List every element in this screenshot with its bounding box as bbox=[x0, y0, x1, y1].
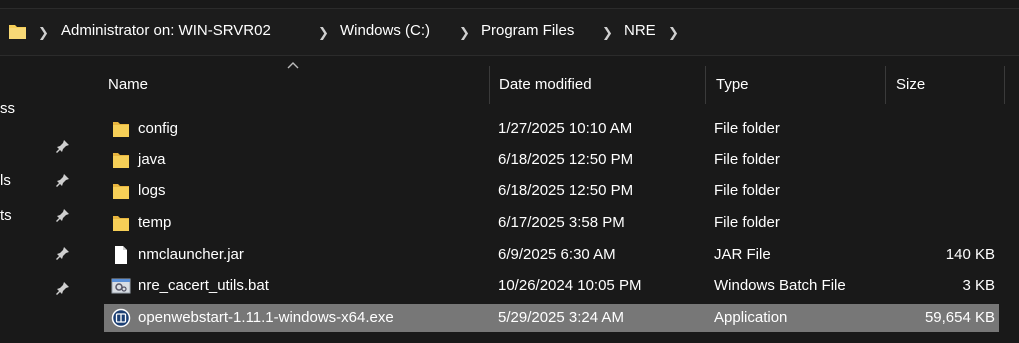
file-size: 140 KB bbox=[945, 246, 995, 263]
file-row[interactable]: nre_cacert_utils.bat 10/26/2024 10:05 PM… bbox=[104, 272, 999, 300]
nav-item-partial-2[interactable]: ls bbox=[0, 172, 11, 189]
file-type: JAR File bbox=[714, 246, 771, 263]
nav-item-partial-1[interactable]: ss bbox=[0, 100, 15, 117]
column-header-name[interactable]: Name bbox=[108, 76, 148, 93]
file-type: File folder bbox=[714, 120, 780, 137]
chevron-right-icon[interactable]: ❯ bbox=[318, 25, 329, 41]
file-row[interactable]: java 6/18/2025 12:50 PM File folder bbox=[104, 146, 999, 174]
navigation-pane: ss ls ts bbox=[0, 56, 78, 343]
file-date: 6/18/2025 12:50 PM bbox=[498, 151, 634, 168]
file-type: File folder bbox=[714, 182, 780, 199]
folder-icon bbox=[113, 153, 129, 168]
column-divider[interactable] bbox=[885, 66, 886, 104]
file-name: openwebstart-1.11.1-windows-x64.exe bbox=[138, 309, 394, 326]
breadcrumb-item-program-files[interactable]: Program Files bbox=[481, 22, 574, 39]
folder-icon bbox=[113, 216, 129, 231]
file-name: logs bbox=[138, 182, 166, 199]
chevron-right-icon[interactable]: ❯ bbox=[459, 25, 470, 41]
column-divider[interactable] bbox=[1004, 66, 1005, 104]
file-size: 3 KB bbox=[962, 277, 995, 294]
file-row[interactable]: temp 6/17/2025 3:58 PM File folder bbox=[104, 209, 999, 237]
chevron-right-icon[interactable]: ❯ bbox=[668, 25, 679, 41]
file-type: File folder bbox=[714, 214, 780, 231]
pin-icon[interactable] bbox=[56, 208, 70, 222]
sort-ascending-icon bbox=[287, 62, 299, 69]
file-name: config bbox=[138, 120, 179, 137]
file-date: 6/9/2025 6:30 AM bbox=[498, 246, 616, 263]
file-size: 59,654 KB bbox=[924, 309, 995, 326]
folder-icon bbox=[113, 184, 129, 199]
file-date: 6/17/2025 3:58 PM bbox=[498, 214, 625, 231]
file-date: 6/18/2025 12:50 PM bbox=[498, 182, 634, 199]
file-type: Windows Batch File bbox=[714, 277, 846, 294]
column-header-type[interactable]: Type bbox=[716, 76, 749, 93]
file-row-selected[interactable]: openwebstart-1.11.1-windows-x64.exe 5/29… bbox=[104, 304, 999, 332]
file-row[interactable]: nmclauncher.jar 6/9/2025 6:30 AM JAR Fil… bbox=[104, 241, 999, 269]
batch-file-icon bbox=[111, 278, 131, 294]
column-divider[interactable] bbox=[489, 66, 490, 104]
address-bar[interactable]: ❯ Administrator on: WIN-SRVR02 ❯ Windows… bbox=[0, 8, 1019, 56]
file-name: java bbox=[138, 151, 166, 168]
file-row[interactable]: config 1/27/2025 10:10 AM File folder bbox=[104, 115, 999, 143]
breadcrumb-item-nre[interactable]: NRE bbox=[624, 22, 656, 39]
file-date: 10/26/2024 10:05 PM bbox=[498, 277, 642, 294]
pin-icon[interactable] bbox=[56, 173, 70, 187]
application-icon bbox=[111, 308, 131, 328]
file-list: Name Date modified Type Size config 1/27… bbox=[78, 56, 1019, 343]
breadcrumb-item-administrator[interactable]: Administrator on: WIN-SRVR02 bbox=[61, 22, 271, 39]
column-header-date-modified[interactable]: Date modified bbox=[499, 76, 592, 93]
folder-icon bbox=[9, 25, 26, 39]
pin-icon[interactable] bbox=[56, 246, 70, 260]
folder-icon bbox=[113, 122, 129, 137]
file-type: Application bbox=[714, 309, 788, 326]
pin-icon[interactable] bbox=[56, 139, 70, 153]
chevron-right-icon[interactable]: ❯ bbox=[602, 25, 613, 41]
file-name: temp bbox=[138, 214, 172, 231]
file-name: nmclauncher.jar bbox=[138, 246, 244, 263]
file-row[interactable]: logs 6/18/2025 12:50 PM File folder bbox=[104, 177, 999, 205]
file-icon bbox=[115, 246, 127, 264]
pin-icon[interactable] bbox=[56, 281, 70, 295]
file-name: nre_cacert_utils.bat bbox=[138, 277, 269, 294]
nav-item-partial-3[interactable]: ts bbox=[0, 207, 12, 224]
file-type: File folder bbox=[714, 151, 780, 168]
file-date: 1/27/2025 10:10 AM bbox=[498, 120, 633, 137]
column-divider[interactable] bbox=[705, 66, 706, 104]
file-date: 5/29/2025 3:24 AM bbox=[498, 309, 624, 326]
breadcrumb-item-windows-c[interactable]: Windows (C:) bbox=[340, 22, 430, 39]
column-header-size[interactable]: Size bbox=[896, 76, 925, 93]
chevron-right-icon[interactable]: ❯ bbox=[38, 25, 49, 41]
